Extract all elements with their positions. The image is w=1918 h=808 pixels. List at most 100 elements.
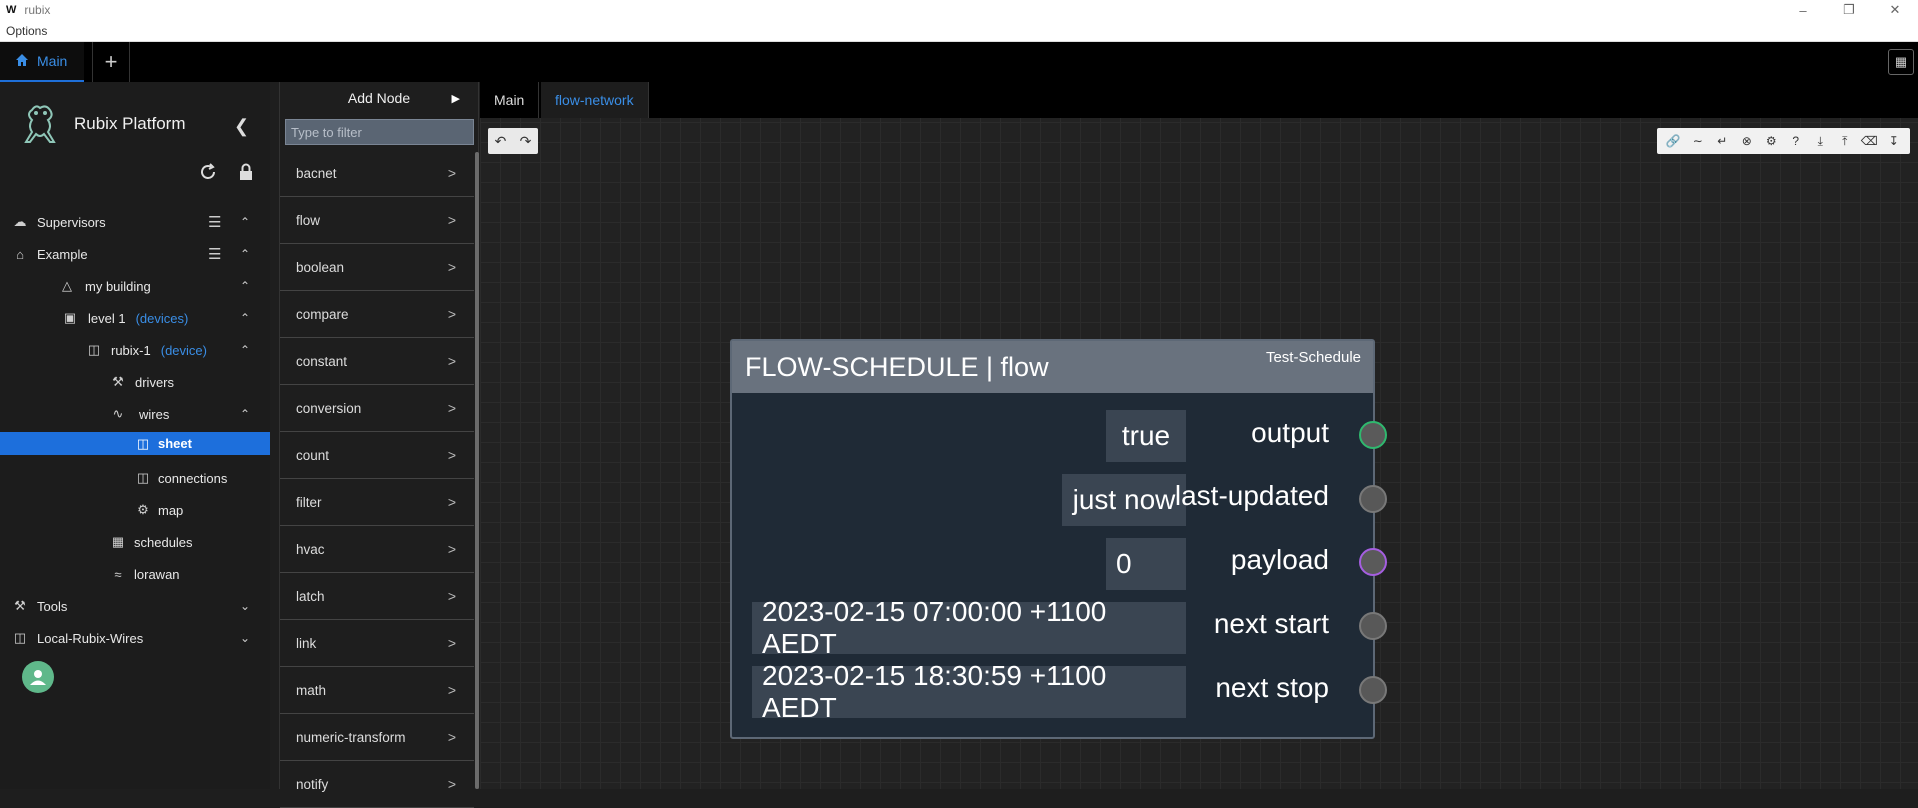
sidebar-item-label: Example <box>37 246 88 262</box>
category-link[interactable]: link > <box>280 620 474 667</box>
tab-main[interactable]: Main <box>0 42 84 82</box>
caret-right-icon[interactable]: ▶ <box>452 92 460 105</box>
port-payload[interactable] <box>1359 548 1387 576</box>
port-output[interactable] <box>1359 421 1387 449</box>
category-label: count <box>296 447 330 463</box>
value-payload: 0 <box>1106 538 1186 590</box>
sidebar-item-sheet[interactable]: ◫ sheet <box>0 432 270 455</box>
chevron-up-icon[interactable]: ⌃ <box>240 407 250 421</box>
add-node-header[interactable]: Add Node ▶ <box>280 82 478 114</box>
sidebar-item-label: Tools <box>37 598 68 614</box>
sidebar-item-lorawan[interactable]: ≈ lorawan <box>0 558 270 590</box>
undo-redo-group: ↶ ↷ <box>488 128 538 154</box>
brand: Rubix Platform <box>20 102 185 146</box>
chevron-right-icon: > <box>447 353 456 369</box>
sidebar-item-label: wires <box>139 406 170 422</box>
lock-icon[interactable] <box>236 162 256 182</box>
help-icon[interactable]: ? <box>1786 131 1806 151</box>
trash-icon[interactable]: ⌫ <box>1859 131 1879 151</box>
back-icon[interactable]: ↵ <box>1712 131 1732 151</box>
port-next-stop[interactable] <box>1359 676 1387 704</box>
sidebar-item-rubix-1[interactable]: ◫ rubix-1 (device) ⌃ <box>0 334 270 366</box>
user-icon <box>30 670 46 685</box>
restore-icon[interactable]: ❐ <box>1826 0 1872 20</box>
port-next-start[interactable] <box>1359 612 1387 640</box>
sidebar-item-connections[interactable]: ◫ connections <box>0 462 270 494</box>
wifi-icon: ≈ <box>114 566 122 582</box>
category-filter[interactable]: filter > <box>280 479 474 526</box>
editor-toolbar: 🔗 ∼ ↵ ⊗ ⚙ ? ⤓ ⤒ ⌫ ↧ <box>1657 128 1910 154</box>
app-tab-bar: Main + ▦ <box>0 42 1918 82</box>
minimize-icon[interactable]: – <box>1780 0 1826 20</box>
layout-toggle-icon[interactable]: ▦ <box>1888 49 1914 75</box>
category-hvac[interactable]: hvac > <box>280 526 474 573</box>
chevron-up-icon[interactable]: ⌃ <box>240 343 250 357</box>
window-title: rubix <box>24 3 51 17</box>
chevron-up-icon[interactable]: ⌃ <box>240 311 250 325</box>
sidebar-item-label: Supervisors <box>37 214 106 230</box>
close-icon[interactable]: ✕ <box>1872 0 1918 20</box>
category-label: boolean <box>296 259 345 275</box>
warning-triangle-icon: △ <box>62 278 72 293</box>
sidebar-item-wires[interactable]: ∿ wires ⌃ <box>0 398 270 430</box>
menu-options[interactable]: Options <box>6 24 47 38</box>
category-constant[interactable]: constant > <box>280 338 474 385</box>
download-icon[interactable]: ⤓ <box>1810 131 1830 151</box>
category-bacnet[interactable]: bacnet > <box>280 150 474 197</box>
sidebar-item-label: Local-Rubix-Wires <box>37 630 144 646</box>
chevron-up-icon[interactable]: ⌃ <box>240 279 250 293</box>
category-boolean[interactable]: boolean > <box>280 244 474 291</box>
settings-icon[interactable]: ⚙ <box>1761 131 1781 151</box>
category-notify[interactable]: notify > <box>280 761 474 808</box>
flow-schedule-node[interactable]: FLOW-SCHEDULE | flow Test-Schedule true … <box>730 339 1387 739</box>
menu-icon[interactable]: ☰ <box>208 245 221 263</box>
category-math[interactable]: math > <box>280 667 474 714</box>
refresh-icon[interactable] <box>198 162 218 182</box>
sidebar-item-tools[interactable]: ⚒ Tools ⌄ <box>0 590 270 622</box>
sidebar-item-map[interactable]: ⚙ map <box>0 494 270 526</box>
tab-main-sheet[interactable]: Main <box>480 82 540 118</box>
sidebar-item-example[interactable]: ⌂ Example ☰ ⌃ <box>0 238 270 270</box>
value-next-stop: 2023-02-15 18:30:59 +1100 AEDT <box>752 660 1186 723</box>
chevron-down-icon[interactable]: ⌄ <box>240 599 250 613</box>
category-compare[interactable]: compare > <box>280 291 474 338</box>
close-circle-icon[interactable]: ⊗ <box>1737 131 1757 151</box>
sidebar-item-my-building[interactable]: △ my building ⌃ <box>0 270 270 302</box>
category-label: compare <box>296 306 349 322</box>
redo-icon[interactable]: ↷ <box>520 133 532 150</box>
tab-flow-network[interactable]: flow-network <box>541 82 649 118</box>
sidebar-item-local-rubix-wires[interactable]: ◫ Local-Rubix-Wires ⌄ <box>0 622 270 654</box>
collapse-sidebar-icon[interactable]: ❮ <box>234 116 249 137</box>
avatar[interactable] <box>22 661 54 693</box>
sidebar-item-schedules[interactable]: ▦ schedules <box>0 526 270 558</box>
category-latch[interactable]: latch > <box>280 573 474 620</box>
category-conversion[interactable]: conversion > <box>280 385 474 432</box>
node-header[interactable]: FLOW-SCHEDULE | flow Test-Schedule <box>732 341 1373 393</box>
category-flow[interactable]: flow > <box>280 197 474 244</box>
chevron-down-icon[interactable]: ⌄ <box>240 631 250 645</box>
upload-icon[interactable]: ⤒ <box>1835 131 1855 151</box>
sidebar-item-drivers[interactable]: ⚒ drivers <box>0 366 270 398</box>
category-count[interactable]: count > <box>280 432 474 479</box>
frog-logo-icon <box>24 105 56 143</box>
editor-tab-bar: Main flow-network <box>480 82 1918 118</box>
filter-input[interactable] <box>285 119 474 145</box>
home-outline-icon: ⌂ <box>16 246 24 262</box>
export-icon[interactable]: ↧ <box>1884 131 1904 151</box>
chevron-up-icon[interactable]: ⌃ <box>240 215 250 229</box>
unlink-icon[interactable]: ∼ <box>1688 131 1708 151</box>
category-label: filter <box>296 494 322 510</box>
chevron-right-icon: > <box>447 259 456 275</box>
output-label-next-stop: next stop <box>1215 672 1329 703</box>
menu-icon[interactable]: ☰ <box>208 213 221 231</box>
sidebar-item-level-1[interactable]: ▣ level 1 (devices) ⌃ <box>0 302 270 334</box>
sidebar-item-supervisors[interactable]: ☁ Supervisors ☰ ⌃ <box>0 206 270 238</box>
category-numeric-transform[interactable]: numeric-transform > <box>280 714 474 761</box>
port-last-updated[interactable] <box>1359 485 1387 513</box>
palette-scrollbar[interactable] <box>475 152 479 789</box>
chevron-up-icon[interactable]: ⌃ <box>240 247 250 261</box>
connections-icon: ◫ <box>136 470 150 485</box>
undo-icon[interactable]: ↶ <box>495 133 507 150</box>
add-tab-button[interactable]: + <box>92 42 130 82</box>
link-icon[interactable]: 🔗 <box>1663 131 1683 151</box>
